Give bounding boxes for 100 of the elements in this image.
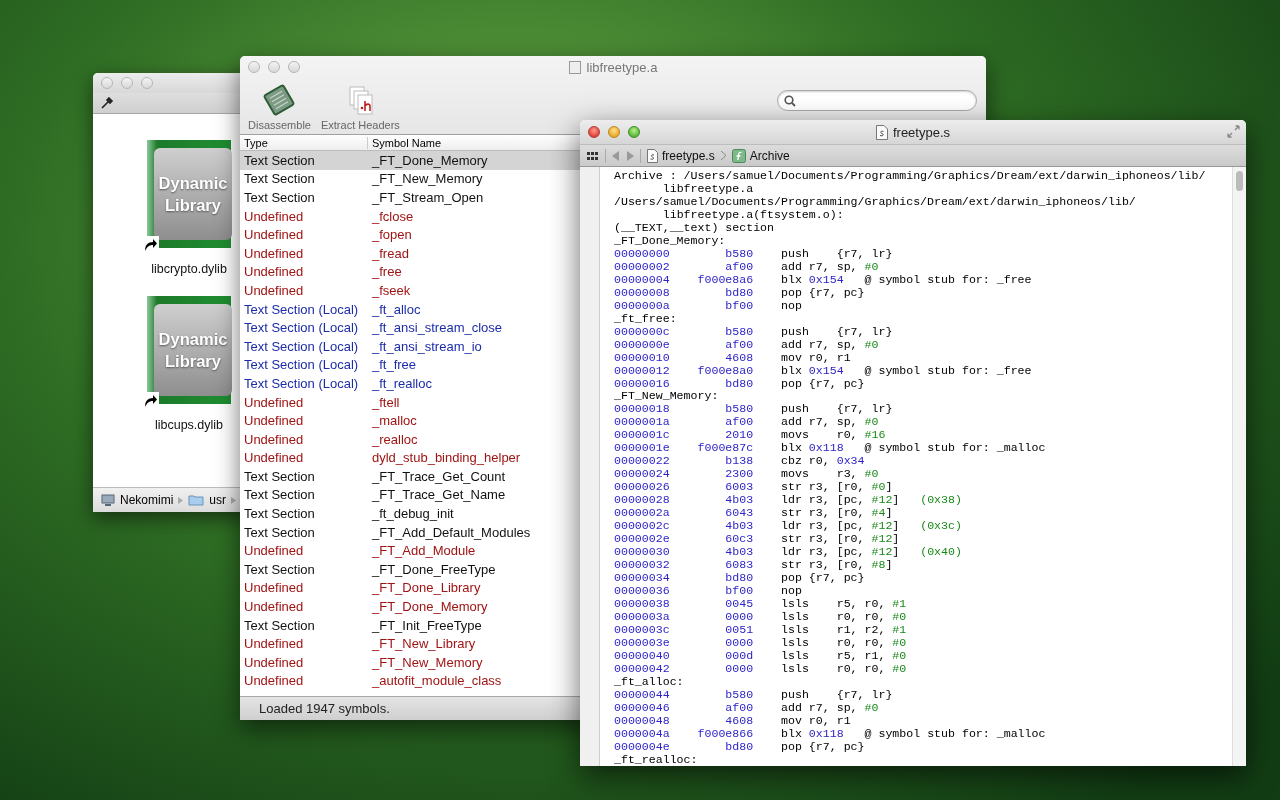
path-item[interactable]: Nekomimi	[120, 493, 174, 507]
address: 00000022	[614, 454, 670, 468]
table-cell-text: dyld_stub_binding_helper	[371, 450, 522, 466]
table-cell-text: _FT_Done_Memory	[370, 152, 489, 168]
instruction: blx 0x154 @ symbol stub for: _free	[781, 272, 1032, 286]
table-cell-text: _FT_Add_Default_Modules	[370, 524, 532, 540]
address: 00000036	[614, 584, 670, 597]
table-row[interactable]: Text Section (Local) _ft_realloc	[240, 374, 580, 393]
grid-icon[interactable]	[587, 150, 599, 161]
back-arrow-icon[interactable]	[612, 150, 620, 161]
table-cell-text: _ft_realloc	[370, 375, 433, 391]
address: 0000001c	[614, 428, 670, 442]
toolbar-button[interactable]: Disassemble	[248, 84, 311, 131]
file-name[interactable]: libcups.dylib	[154, 418, 224, 432]
opcode: bf00	[724, 298, 754, 312]
opcode: bd80	[724, 571, 754, 584]
table-row[interactable]: Undefined _realloc	[240, 429, 580, 449]
address: 00000046	[614, 700, 670, 714]
instruction: blx 0x118 @ symbol stub for: _malloc	[781, 441, 1046, 455]
table-cell-text: Undefined	[243, 431, 305, 447]
address: 0000001a	[614, 415, 670, 429]
opcode: 2010	[724, 428, 754, 442]
column-header[interactable]: Symbol Name	[368, 136, 580, 149]
search-field[interactable]	[777, 90, 977, 111]
table-cell-text: Text Section	[243, 468, 316, 484]
minimize-button[interactable]	[121, 77, 133, 89]
breadcrumb-item[interactable]: freetype.s	[662, 148, 715, 163]
table-row[interactable]: Undefined _FT_New_Library	[240, 634, 580, 654]
instruction: push {r7, lr}	[781, 402, 893, 416]
instruction: add r7, sp, #0	[781, 700, 879, 714]
table-row[interactable]: Text Section _ft_debug_init	[240, 504, 580, 523]
opcode: 0051	[724, 622, 754, 636]
chevron-icon	[231, 496, 236, 504]
table-cell-text: _ft_free	[370, 357, 418, 373]
address: 0000003e	[614, 635, 670, 649]
table-row[interactable]: Text Section _FT_Add_Default_Modules	[240, 522, 580, 542]
instruction: movs r3, #0	[781, 467, 879, 481]
opcode: f000e866	[696, 726, 754, 740]
instruction: lsls r5, r1, #0	[781, 648, 907, 662]
table-row[interactable]: Text Section (Local) _ft_ansi_stream_close	[240, 318, 580, 337]
column-header[interactable]: Type	[240, 136, 368, 149]
opcode: bd80	[724, 739, 754, 753]
table-row[interactable]: Undefined _fclose	[240, 206, 580, 226]
table-row[interactable]: Undefined _malloc	[240, 411, 580, 430]
zoom-button[interactable]	[628, 126, 640, 138]
breadcrumb-item[interactable]: Archive	[749, 148, 790, 163]
close-button[interactable]	[101, 77, 113, 89]
table-row[interactable]: Text Section _FT_Init_FreeType	[240, 615, 580, 635]
opcode: af00	[724, 700, 754, 714]
table-row[interactable]: Text Section _FT_Trace_Get_Name	[240, 485, 580, 505]
table-cell-text: _FT_Done_FreeType	[370, 561, 497, 577]
close-button[interactable]	[248, 61, 260, 73]
table-row[interactable]: Undefined _autofit_module_class	[240, 671, 580, 691]
code-line: _FT_New_Memory:	[614, 389, 720, 403]
code-line: libfreetype.a(ftsystem.o):	[661, 207, 845, 221]
minimize-button[interactable]	[268, 61, 280, 73]
table-row[interactable]: Undefined _free	[240, 262, 580, 282]
table-cell-text: Text Section (Local)	[243, 375, 360, 391]
table-row[interactable]: Undefined dyld_stub_binding_helper	[240, 448, 580, 468]
address: 00000008	[614, 285, 670, 299]
table-cell-text: Undefined	[243, 227, 305, 243]
table-cell-text: Text Section (Local)	[243, 357, 360, 373]
table-row[interactable]: Text Section _FT_Done_Memory	[240, 151, 580, 170]
zoom-button[interactable]	[141, 77, 153, 89]
document-icon	[568, 60, 581, 74]
table-row[interactable]: Undefined _ftell	[240, 392, 580, 412]
table-row[interactable]: Text Section (Local) _ft_free	[240, 355, 580, 375]
table-row[interactable]: Text Section _FT_Stream_Open	[240, 188, 580, 207]
source-file-icon	[875, 124, 888, 140]
table-row[interactable]: Undefined _fseek	[240, 281, 580, 300]
table-row[interactable]: Undefined _FT_New_Memory	[240, 653, 580, 672]
table-row[interactable]: Text Section _FT_Trace_Get_Count	[240, 467, 580, 486]
toolbar-button[interactable]: Extract Headers	[320, 84, 400, 131]
table-row[interactable]: Text Section (Local) _ft_ansi_stream_io	[240, 336, 580, 356]
scroll-bar[interactable]	[1232, 167, 1246, 766]
fullscreen-icon[interactable]	[1227, 125, 1240, 138]
table-row[interactable]: Undefined _FT_Done_Memory	[240, 597, 580, 616]
minimize-button[interactable]	[608, 126, 620, 138]
instruction: cbz r0, 0x34	[781, 454, 865, 468]
table-cell-text: Text Section	[243, 487, 316, 503]
instruction: ldr r3, [pc, #12] (0x40)	[781, 545, 962, 559]
table-row[interactable]: Undefined _fopen	[240, 225, 580, 244]
zoom-button[interactable]	[288, 61, 300, 73]
path-item[interactable]: usr	[209, 493, 226, 507]
table-row[interactable]: Text Section (Local) _ft_alloc	[240, 299, 580, 319]
forward-arrow-icon[interactable]	[626, 150, 634, 161]
file-name[interactable]: libcrypto.dylib	[151, 262, 227, 276]
table-row[interactable]: Undefined _fread	[240, 243, 580, 263]
close-button[interactable]	[588, 126, 600, 138]
table-cell-text: _ftell	[370, 394, 401, 410]
code-line: _ft_free:	[614, 311, 678, 325]
eyedropper-icon[interactable]	[100, 96, 114, 110]
table-row[interactable]: Undefined _FT_Done_Library	[240, 578, 580, 598]
table-row[interactable]: Text Section _FT_Done_FreeType	[240, 560, 580, 579]
opcode: bd80	[724, 285, 754, 299]
opcode: 0045	[724, 596, 754, 610]
table-row[interactable]: Text Section _FT_New_Memory	[240, 169, 580, 189]
instruction: str r3, [r0, #8]	[781, 558, 893, 572]
table-row[interactable]: Undefined _FT_Add_Module	[240, 541, 580, 561]
table-cell-text: Text Section (Local)	[243, 338, 360, 354]
